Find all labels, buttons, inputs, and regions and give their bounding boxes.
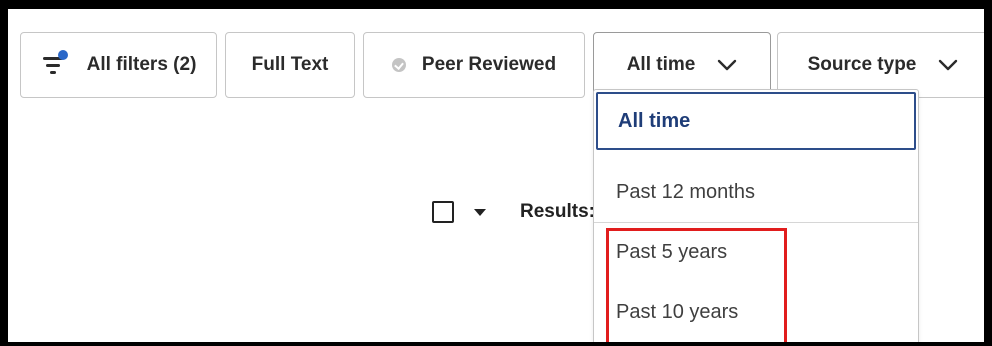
filter-icon <box>41 50 69 80</box>
peer-reviewed-button[interactable]: Peer Reviewed <box>363 32 585 98</box>
all-filters-button[interactable]: All filters (2) <box>20 32 217 98</box>
check-circle-icon <box>391 58 406 72</box>
screenshot-frame: All filters (2) Full Text Peer Reviewed … <box>0 0 992 346</box>
highlight-annotation-box <box>606 228 787 342</box>
caret-down-icon[interactable] <box>474 208 486 216</box>
full-text-label: Full Text <box>251 54 329 75</box>
time-filter-label: All time <box>626 54 696 75</box>
full-text-button[interactable]: Full Text <box>225 32 355 98</box>
results-bar: Results: <box>432 197 595 227</box>
time-option-past-12-months[interactable]: Past 12 months <box>594 162 918 222</box>
select-all-checkbox[interactable] <box>432 201 454 223</box>
time-option-all-time[interactable]: All time <box>596 92 916 150</box>
chevron-down-icon <box>939 59 958 71</box>
peer-reviewed-label: Peer Reviewed <box>421 54 557 75</box>
source-type-label: Source type <box>807 54 917 75</box>
results-label: Results: <box>520 201 595 222</box>
all-filters-label: All filters (2) <box>86 54 197 75</box>
chevron-down-icon <box>718 59 737 71</box>
